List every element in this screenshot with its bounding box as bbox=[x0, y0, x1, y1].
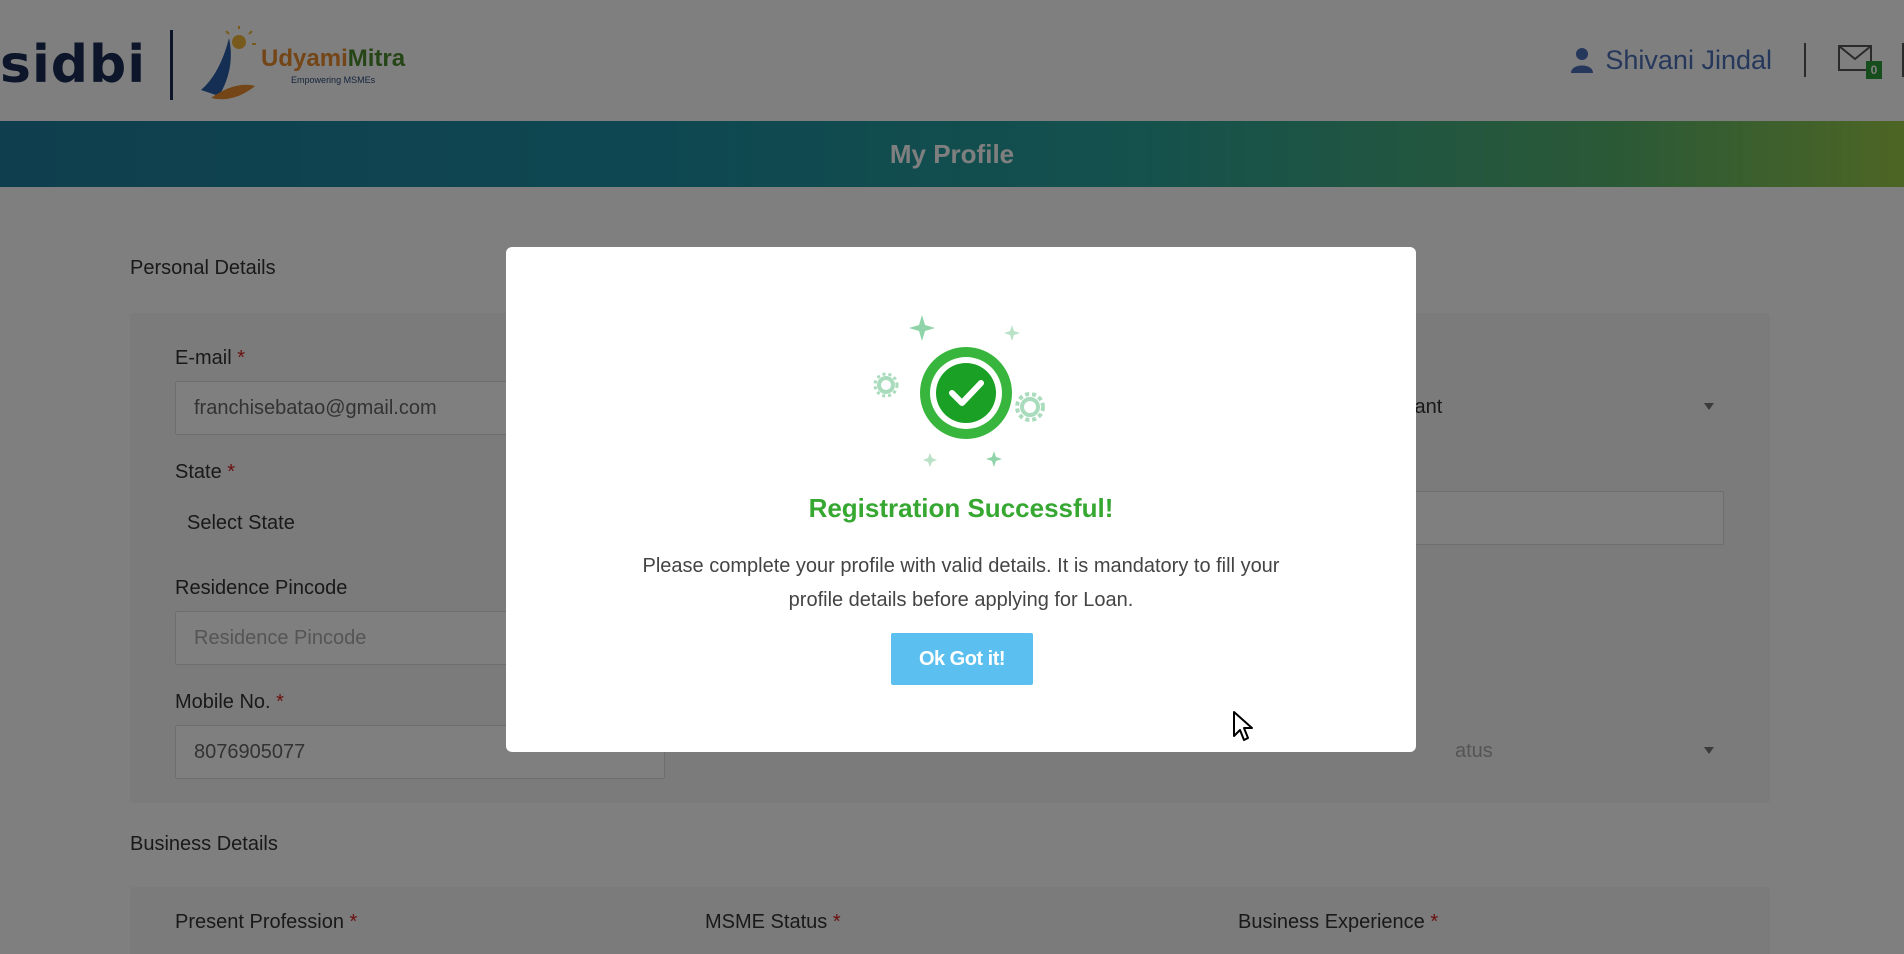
gear-icon bbox=[873, 372, 899, 398]
success-check-icon bbox=[873, 315, 1045, 467]
modal-title: Registration Successful! bbox=[808, 493, 1114, 523]
sparkle-icon bbox=[986, 451, 1002, 467]
modal-message: Please complete your profile with valid … bbox=[642, 555, 1280, 611]
mouse-cursor-icon bbox=[1233, 711, 1253, 741]
gear-icon bbox=[1015, 392, 1045, 422]
ok-got-it-button[interactable]: Ok Got it! bbox=[891, 633, 1033, 685]
sparkle-icon bbox=[923, 453, 937, 467]
sparkle-icon bbox=[1004, 325, 1020, 341]
sparkle-icon bbox=[909, 315, 935, 341]
registration-success-modal: Registration Successful! Please complete… bbox=[506, 247, 1416, 752]
